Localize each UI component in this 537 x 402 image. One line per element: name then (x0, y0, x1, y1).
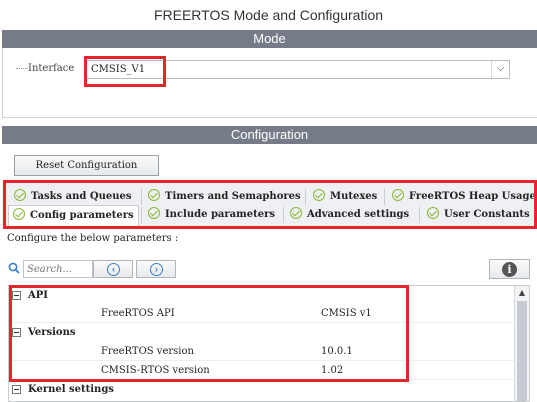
tree-row-freertos-api[interactable]: FreeRTOS API CMSIS v1 (9, 304, 516, 323)
tab-include-parameters[interactable]: Include parameters (148, 206, 275, 224)
tab-user-constants[interactable]: User Constants (427, 206, 530, 224)
tab-divider (141, 189, 142, 205)
tab-timers-and-semaphores[interactable]: Timers and Semaphores (148, 188, 301, 206)
interface-value: CMSIS_V1 (91, 64, 146, 75)
info-button[interactable]: i (489, 259, 530, 279)
interface-select[interactable]: CMSIS_V1 ⌵ (86, 60, 510, 79)
interface-label: Interface (28, 63, 75, 74)
vertical-scrollbar[interactable]: ▲ (514, 286, 529, 401)
chevron-left-icon: ‹ (107, 263, 120, 276)
scroll-thumb[interactable] (517, 301, 527, 401)
reset-configuration-button[interactable]: Reset Configuration (14, 155, 159, 176)
check-icon (13, 208, 25, 220)
check-icon (148, 207, 160, 219)
tab-config-parameters[interactable]: Config parameters (8, 205, 139, 227)
tree-group-api[interactable]: API (9, 286, 516, 305)
tab-divider (419, 207, 420, 223)
search-box (8, 260, 93, 278)
tree-group-versions[interactable]: Versions (9, 323, 516, 342)
check-icon (14, 189, 26, 201)
window-title: FREERTOS Mode and Configuration (153, 7, 384, 23)
check-icon (427, 207, 439, 219)
configuration-header: Configuration (2, 126, 537, 144)
tab-divider (305, 189, 306, 205)
mode-header: Mode (2, 30, 537, 48)
tab-divider (141, 207, 142, 223)
tree-row-freertos-version[interactable]: FreeRTOS version 10.0.1 (9, 342, 516, 361)
tree-row-cmsis-rtos-version[interactable]: CMSIS-RTOS version 1.02 (9, 361, 516, 380)
tab-divider (384, 189, 385, 205)
next-match-button[interactable]: › (136, 260, 176, 278)
check-icon (313, 189, 325, 201)
tab-advanced-settings[interactable]: Advanced settings (290, 206, 409, 224)
tree-group-kernel-settings[interactable]: Kernel settings (9, 380, 516, 399)
tab-divider (283, 207, 284, 223)
parameter-tree: API FreeRTOS API CMSIS v1 Versions FreeR… (8, 285, 530, 402)
check-icon (148, 189, 160, 201)
previous-match-button[interactable]: ‹ (93, 260, 133, 278)
tab-tasks-and-queues[interactable]: Tasks and Queues (14, 188, 131, 206)
scroll-up-icon[interactable]: ▲ (515, 286, 529, 300)
mode-panel (2, 48, 537, 118)
chevron-right-icon: › (150, 263, 163, 276)
info-icon: i (502, 262, 517, 277)
search-icon (8, 262, 20, 274)
collapse-icon[interactable] (12, 385, 21, 394)
check-icon (290, 207, 302, 219)
configure-hint: Configure the below parameters : (7, 233, 179, 244)
tab-freertos-heap-usage[interactable]: FreeRTOS Heap Usage (392, 188, 536, 206)
collapse-icon[interactable] (12, 328, 21, 337)
chevron-down-icon[interactable]: ⌵ (491, 61, 509, 78)
tab-mutexes[interactable]: Mutexes (313, 188, 377, 206)
check-icon (392, 189, 404, 201)
collapse-icon[interactable] (12, 291, 21, 300)
search-input[interactable] (23, 260, 93, 278)
